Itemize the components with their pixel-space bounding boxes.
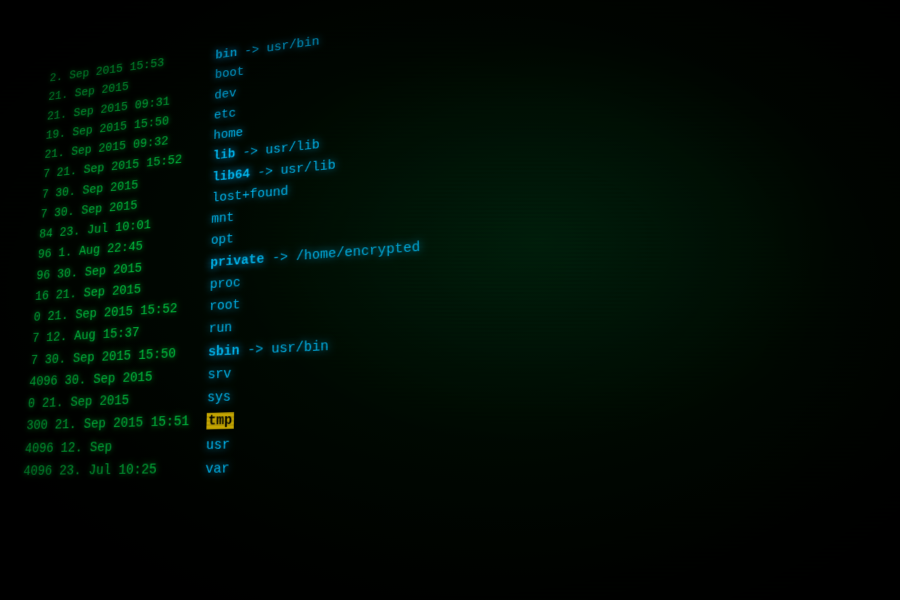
names-column: bin -> usr/binbootdevetchomelib -> usr/l… (205, 19, 426, 481)
terminal-window: 2. Sep 2015 15:5321. Sep 201521. Sep 201… (0, 0, 900, 600)
ls-output: 2. Sep 2015 15:5321. Sep 201521. Sep 201… (0, 0, 900, 501)
date-column: 2. Sep 2015 15:5321. Sep 201521. Sep 201… (23, 49, 200, 483)
terminal-content: 2. Sep 2015 15:5321. Sep 201521. Sep 201… (0, 0, 900, 600)
date-line: 300 21. Sep 2015 15:51 (26, 411, 190, 437)
name-line: usr (206, 429, 426, 457)
date-line: 4096 23. Jul 10:25 (23, 458, 189, 482)
name-line: var (205, 454, 426, 481)
date-line: 4096 12. Sep (24, 434, 189, 459)
